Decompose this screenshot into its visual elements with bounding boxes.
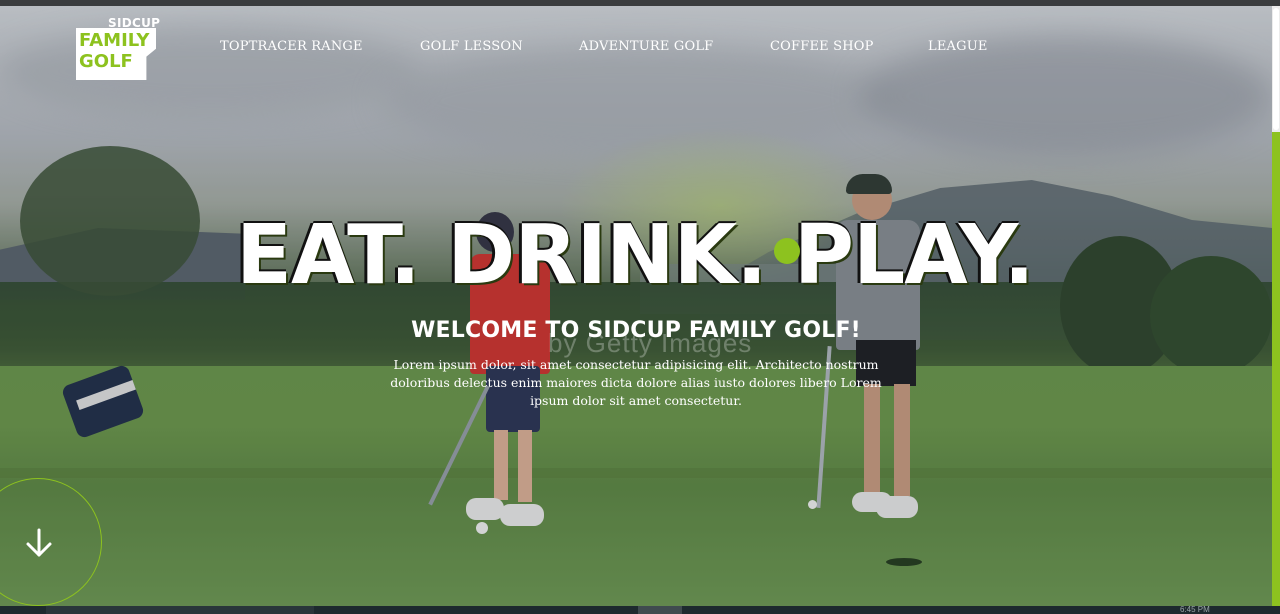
nav-item-league[interactable]: LEAGUE: [928, 39, 988, 54]
accent-dot: [774, 238, 800, 264]
arrow-down-icon[interactable]: [22, 526, 56, 560]
taskbar-window[interactable]: [46, 606, 314, 614]
welcome-heading: WELCOME TO SIDCUP FAMILY GOLF!: [411, 318, 861, 343]
image-overlay: [0, 6, 1272, 606]
nav-item-toptracer-range[interactable]: TOPTRACER RANGE: [220, 39, 363, 54]
scrollbar-thumb[interactable]: [1273, 8, 1279, 130]
hero-description: Lorem ipsum dolor, sit amet consectetur …: [390, 357, 882, 408]
nav-item-golf-lesson[interactable]: GOLF LESSON: [420, 39, 523, 54]
scrollbar-accent: [1272, 132, 1280, 606]
nav-item-coffee-shop[interactable]: COFFEE SHOP: [770, 39, 874, 54]
taskbar-clock: 6:45 PM: [1180, 605, 1210, 614]
logo-top-text: SIDCUP: [108, 16, 161, 30]
main-nav: TOPTRACER RANGE GOLF LESSON ADVENTURE GO…: [0, 39, 1272, 59]
hero-headline: EAT. DRINK. PLAY.: [236, 208, 1046, 304]
nav-item-adventure-golf[interactable]: ADVENTURE GOLF: [579, 39, 713, 54]
hero-section: by Getty Images: [0, 6, 1272, 606]
hero-headline-text: EAT. DRINK. PLAY.: [236, 208, 1035, 303]
taskbar-button[interactable]: [638, 606, 682, 614]
